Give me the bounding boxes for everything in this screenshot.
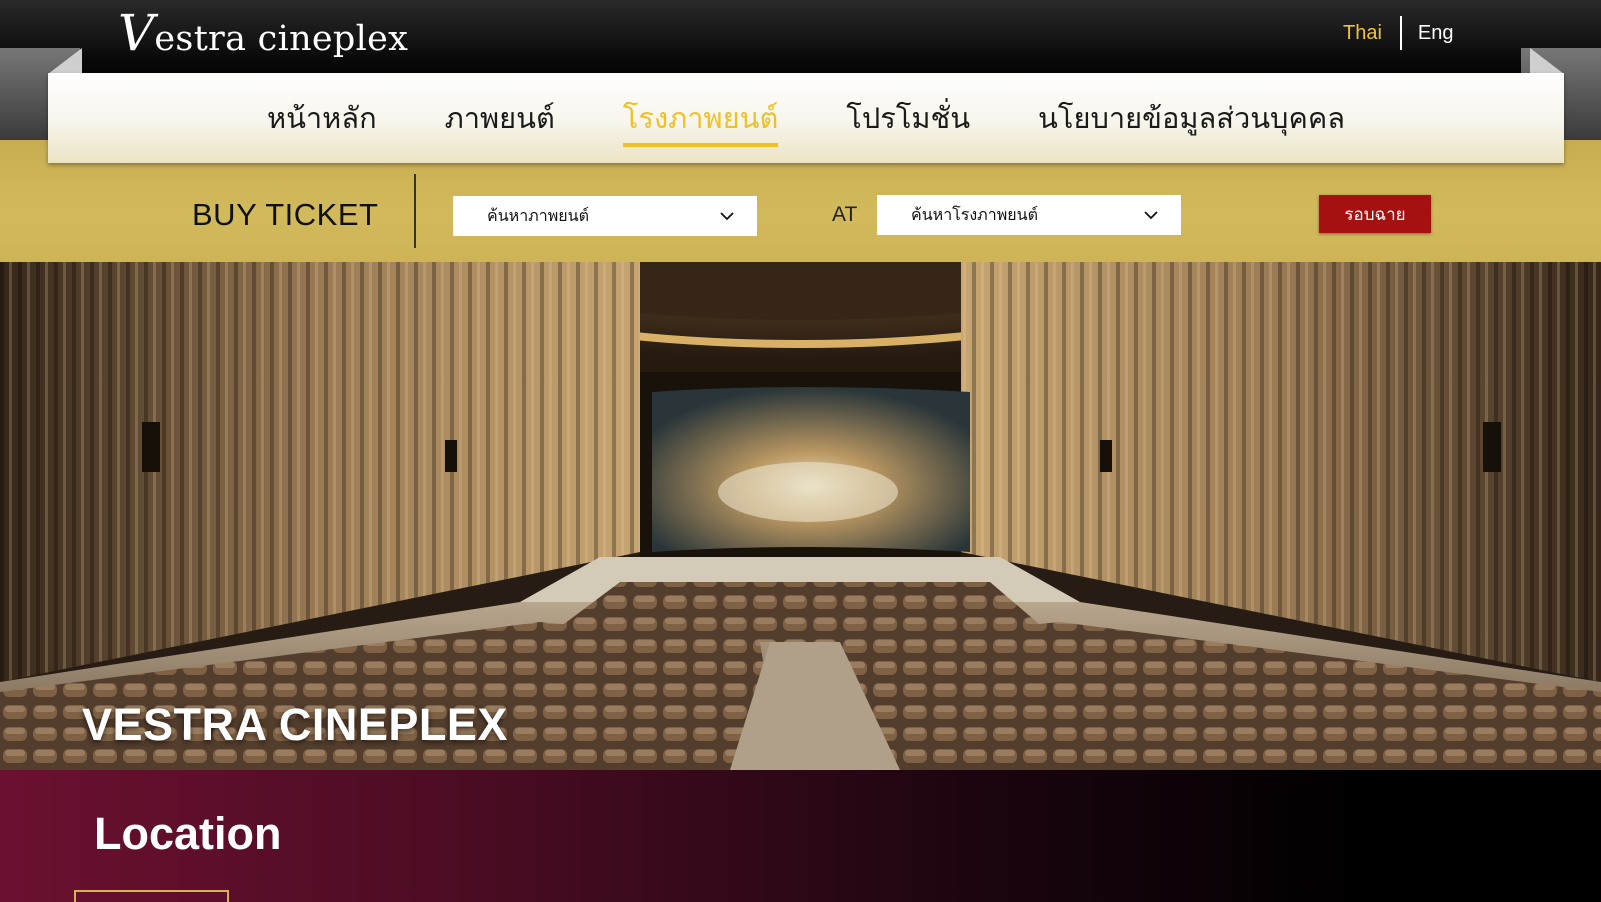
hero-theater-image xyxy=(0,262,1601,770)
buy-ticket-divider xyxy=(414,174,416,248)
nav-list: หน้าหลัก ภาพยนต์ โรงภาพยนต์ โปรโมชั่น นโ… xyxy=(48,95,1564,147)
logo-text: estra cineplex xyxy=(154,19,409,59)
main-nav: หน้าหลัก ภาพยนต์ โรงภาพยนต์ โปรโมชั่น นโ… xyxy=(48,73,1564,163)
logo-initial: V xyxy=(118,4,155,62)
nav-fold-right xyxy=(1530,48,1564,74)
chevron-down-icon xyxy=(720,212,734,221)
hero-banner: VESTRA CINEPLEX xyxy=(0,262,1601,770)
chevron-down-icon xyxy=(1144,211,1158,220)
at-label: AT xyxy=(832,203,858,226)
movie-select-value: ค้นหาภาพยนต์ xyxy=(487,205,589,225)
lang-eng-link[interactable]: Eng xyxy=(1418,22,1454,45)
location-title: Location xyxy=(94,808,282,859)
showtime-button[interactable]: รอบฉาย xyxy=(1319,195,1431,233)
lang-divider xyxy=(1399,16,1402,50)
nav-fold-left xyxy=(48,48,82,74)
location-card[interactable] xyxy=(74,890,229,902)
location-section: Location xyxy=(0,770,1601,902)
hero-title: VESTRA CINEPLEX xyxy=(82,699,508,750)
nav-item-privacy-policy[interactable]: นโยบายข้อมูลส่วนบุคคล xyxy=(1038,95,1345,147)
nav-item-movies[interactable]: ภาพยนต์ xyxy=(445,95,555,147)
cinema-select-value: ค้นหาโรงภาพยนต์ xyxy=(911,204,1038,224)
lang-thai-link[interactable]: Thai xyxy=(1343,22,1382,45)
cinema-select[interactable]: ค้นหาโรงภาพยนต์ xyxy=(877,195,1181,235)
buy-ticket-label: BUY TICKET xyxy=(192,197,379,232)
language-switcher: Thai Eng xyxy=(1343,15,1454,51)
nav-item-home[interactable]: หน้าหลัก xyxy=(267,95,377,147)
movie-select[interactable]: ค้นหาภาพยนต์ xyxy=(453,196,757,236)
nav-item-cinemas[interactable]: โรงภาพยนต์ xyxy=(622,95,779,147)
nav-item-promotions[interactable]: โปรโมชั่น xyxy=(846,95,970,147)
site-logo[interactable]: Vestra cineplex xyxy=(118,4,408,62)
